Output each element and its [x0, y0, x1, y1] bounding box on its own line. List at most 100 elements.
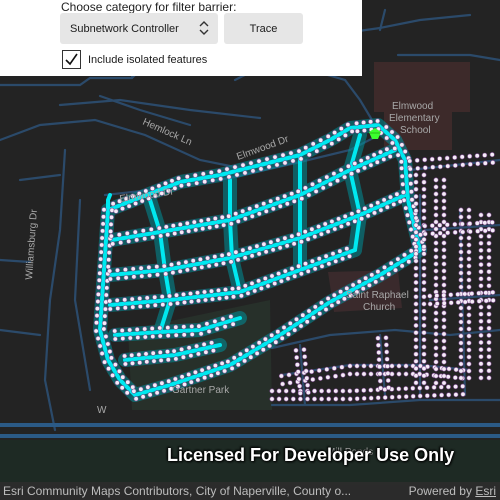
service-point: [168, 301, 174, 307]
service-point: [413, 380, 419, 386]
service-point: [347, 396, 353, 402]
service-point: [466, 305, 472, 311]
service-point: [305, 389, 311, 395]
service-point: [166, 378, 172, 384]
service-point: [486, 318, 492, 324]
service-point: [238, 293, 244, 299]
service-point: [469, 291, 475, 297]
service-point: [394, 191, 400, 197]
isolated-features-checkbox[interactable]: [62, 50, 81, 69]
service-point: [410, 385, 416, 391]
service-point: [317, 311, 323, 317]
service-point: [319, 396, 325, 402]
service-point: [383, 335, 389, 341]
service-point: [207, 225, 213, 231]
service-point: [226, 251, 232, 257]
service-point: [262, 336, 268, 342]
service-point: [290, 396, 296, 402]
service-point: [368, 119, 374, 125]
service-point: [155, 272, 161, 278]
service-point: [433, 331, 439, 337]
service-point: [254, 203, 260, 209]
service-point: [403, 363, 409, 369]
service-point: [421, 265, 427, 271]
service-point: [413, 279, 419, 285]
service-point: [466, 207, 472, 213]
service-point: [332, 130, 338, 136]
service-point: [437, 164, 443, 170]
service-point: [413, 258, 419, 264]
service-point: [381, 264, 387, 270]
service-point: [95, 298, 101, 304]
service-point: [458, 242, 464, 248]
service-point: [165, 333, 171, 339]
service-point: [397, 199, 403, 205]
service-point: [114, 380, 120, 386]
service-point: [408, 227, 414, 233]
service-point: [186, 182, 192, 188]
service-point: [445, 230, 451, 236]
service-point: [305, 236, 311, 242]
service-point: [334, 178, 340, 184]
service-point: [106, 366, 112, 372]
service-point: [407, 166, 413, 172]
service-point: [490, 297, 496, 303]
service-point: [354, 388, 360, 394]
service-point: [441, 338, 447, 344]
service-point: [354, 363, 360, 369]
trace-button[interactable]: Trace: [224, 13, 303, 44]
service-point: [115, 275, 121, 281]
service-point: [116, 368, 122, 374]
service-point: [413, 344, 419, 350]
service-point: [107, 268, 113, 274]
service-point: [422, 157, 428, 163]
attribution-text: Esri Community Maps Contributors, City o…: [3, 484, 352, 498]
service-point: [433, 275, 439, 281]
service-point: [321, 144, 327, 150]
service-point: [413, 244, 419, 250]
service-point: [163, 224, 169, 230]
service-point: [460, 162, 466, 168]
category-select[interactable]: Subnetwork Controller: [60, 13, 218, 44]
service-point: [151, 358, 157, 364]
service-point: [172, 231, 178, 237]
service-point: [318, 300, 324, 306]
service-point: [145, 303, 151, 309]
service-point: [269, 396, 275, 402]
service-point: [165, 232, 171, 238]
service-point: [323, 306, 329, 312]
service-point: [408, 248, 414, 254]
service-point: [359, 216, 365, 222]
service-point: [147, 392, 153, 398]
service-point: [177, 222, 183, 228]
service-point: [297, 383, 303, 389]
service-point: [402, 149, 408, 155]
service-point: [127, 335, 133, 341]
service-point: [275, 196, 281, 202]
service-point: [214, 223, 220, 229]
service-point: [122, 305, 128, 311]
esri-link[interactable]: Esri: [475, 484, 496, 498]
service-point: [165, 325, 171, 331]
service-point: [264, 156, 270, 162]
service-point: [441, 205, 447, 211]
service-point: [173, 324, 179, 330]
service-point: [361, 165, 367, 171]
school-label-3: School: [400, 125, 431, 136]
service-point: [268, 239, 274, 245]
service-point: [186, 345, 192, 351]
service-point: [326, 261, 332, 267]
service-point: [478, 233, 484, 239]
park-label: Gartner Park: [172, 385, 230, 396]
service-point: [413, 301, 419, 307]
service-point: [175, 300, 181, 306]
service-point: [183, 259, 189, 265]
service-point: [415, 165, 421, 171]
service-point: [458, 354, 464, 360]
service-point: [331, 292, 337, 298]
service-point: [278, 373, 284, 379]
service-point: [184, 267, 190, 273]
service-point: [306, 308, 312, 314]
service-point: [317, 178, 323, 184]
service-point: [230, 286, 236, 292]
